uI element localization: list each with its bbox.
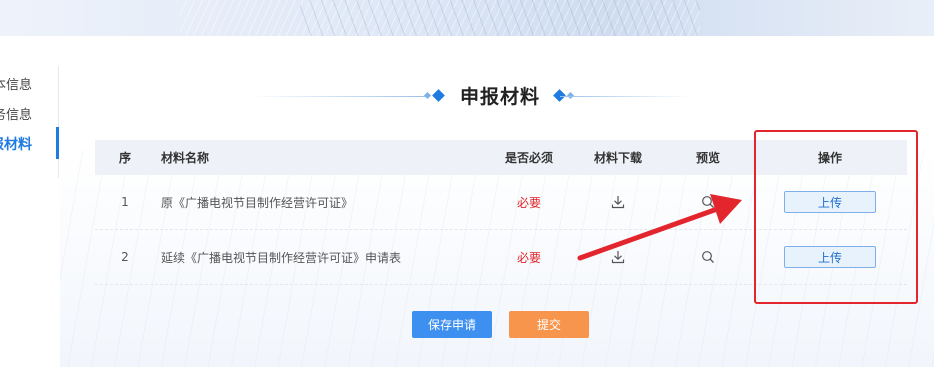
table-row: 2 延续《广播电视节目制作经营许可证》申请表 必要 上传 xyxy=(95,230,907,285)
side-nav-inner: 基本信息 业务信息 申报材料 xyxy=(0,66,46,178)
header-required: 是否必须 xyxy=(504,151,553,165)
upload-button[interactable]: 上传 xyxy=(784,246,876,268)
banner-pattern-2 xyxy=(300,0,700,36)
header-download: 材料下载 xyxy=(593,151,642,165)
search-icon[interactable] xyxy=(701,195,715,209)
header-preview: 预览 xyxy=(695,151,720,165)
row-preview xyxy=(668,175,748,229)
section-title: 申报材料 xyxy=(250,78,690,114)
search-icon[interactable] xyxy=(701,250,715,264)
download-icon[interactable] xyxy=(611,250,625,264)
table-row: 1 原《广播电视节目制作经营许可证》 必要 上传 xyxy=(95,175,907,230)
side-nav: 基本信息 业务信息 申报材料 xyxy=(0,66,60,178)
save-application-button[interactable]: 保存申请 xyxy=(412,311,492,338)
row-operation: 上传 xyxy=(765,230,895,284)
title-line-left xyxy=(250,96,428,97)
row-download xyxy=(579,230,657,284)
side-nav-active-indicator xyxy=(56,127,59,159)
side-nav-item-basic-info[interactable]: 基本信息 xyxy=(0,74,32,93)
row-preview xyxy=(668,230,748,284)
row-name: 延续《广播电视节目制作经营许可证》申请表 xyxy=(161,250,402,265)
title-line-right xyxy=(560,96,690,97)
top-banner xyxy=(0,0,934,36)
row-download xyxy=(579,175,657,229)
side-nav-clip: 基本信息 业务信息 申报材料 xyxy=(0,66,58,178)
side-nav-divider xyxy=(58,66,59,178)
upload-button[interactable]: 上传 xyxy=(784,191,876,213)
page-title: 申报材料 xyxy=(459,86,540,108)
materials-table: 序 材料名称 是否必须 材料下载 预览 操作 1 原《广播电视节目制作经营许可证… xyxy=(95,140,907,285)
row-operation: 上传 xyxy=(765,175,895,229)
header-no: 序 xyxy=(118,151,131,165)
submit-button[interactable]: 提交 xyxy=(509,311,589,338)
row-no: 2 xyxy=(121,250,129,264)
table-header: 序 材料名称 是否必须 材料下载 预览 操作 xyxy=(95,140,907,175)
row-required: 必要 xyxy=(516,250,541,265)
header-operation: 操作 xyxy=(817,151,842,165)
header-name: 材料名称 xyxy=(161,151,210,165)
download-icon[interactable] xyxy=(611,195,625,209)
title-diamond-small-left xyxy=(423,91,432,100)
row-name: 原《广播电视节目制作经营许可证》 xyxy=(161,195,354,210)
side-nav-item-business-info[interactable]: 业务信息 xyxy=(0,104,32,123)
side-nav-item-materials[interactable]: 申报材料 xyxy=(0,134,32,154)
row-no: 1 xyxy=(121,195,129,209)
row-required: 必要 xyxy=(516,195,541,210)
title-diamond-left xyxy=(432,89,445,102)
